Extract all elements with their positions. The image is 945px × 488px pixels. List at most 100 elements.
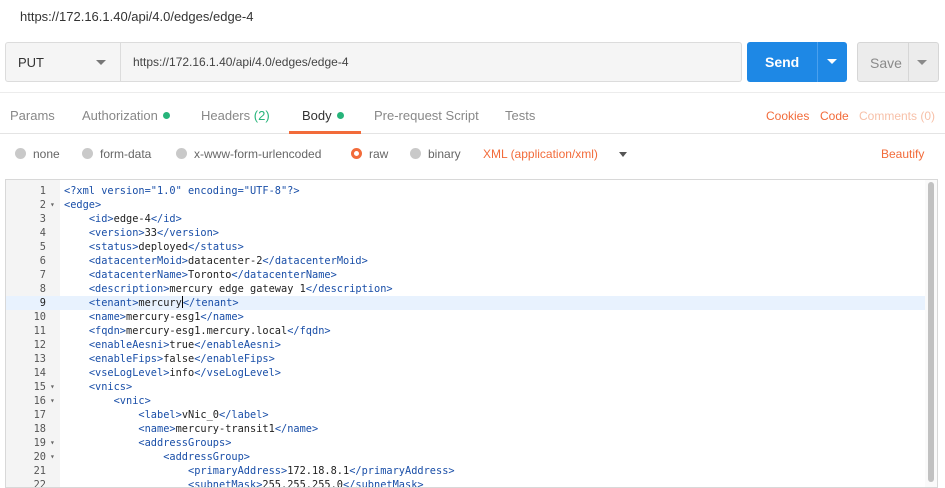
line-number: 5	[39, 241, 46, 253]
xml-close-tag: </fqdn>	[287, 325, 331, 337]
xml-value: mercury edge gateway 1	[169, 283, 306, 295]
code-line[interactable]: 13 <enableFips>false</enableFips>	[6, 352, 926, 366]
xml-open-tag: <name>	[138, 423, 176, 435]
code-line[interactable]: 8 <description>mercury edge gateway 1</d…	[6, 282, 926, 296]
window-title: https://172.16.1.40/api/4.0/edges/edge-4	[20, 9, 254, 24]
code-text: <vnic>	[64, 394, 151, 408]
line-number: 1	[39, 185, 46, 197]
xml-value: 172.18.8.1	[287, 465, 350, 477]
radio-raw[interactable]: raw	[351, 147, 388, 161]
xml-open-tag: <?xml version="1.0" encoding="UTF-8"?>	[64, 185, 300, 197]
code-line[interactable]: 17 <label>vNic_0</label>	[6, 408, 926, 422]
fold-arrow-icon[interactable]: ▾	[50, 198, 55, 212]
xml-open-tag: <label>	[138, 409, 182, 421]
xml-open-tag: <datacenterName>	[88, 269, 189, 281]
code-line[interactable]: 19 ▾ <addressGroups>	[6, 436, 926, 450]
code-text: <description>mercury edge gateway 1</des…	[64, 282, 393, 296]
method-select[interactable]: PUT	[5, 42, 121, 82]
tab-body[interactable]: Body	[302, 108, 344, 123]
fold-arrow-icon[interactable]: ▾	[50, 450, 55, 464]
code-link[interactable]: Code	[820, 109, 849, 123]
code-line[interactable]: 15 ▾ <vnics>	[6, 380, 926, 394]
code-line[interactable]: 3 <id>edge-4</id>	[6, 212, 926, 226]
cookies-link[interactable]: Cookies	[766, 109, 809, 123]
tab-headers[interactable]: Headers (2)	[201, 108, 270, 123]
xml-close-tag: </version>	[157, 227, 220, 239]
xml-open-tag: <enableAesni>	[88, 339, 170, 351]
tab-prerequest-script[interactable]: Pre-request Script	[374, 108, 479, 123]
code-line[interactable]: 2 ▾ <edge>	[6, 198, 926, 212]
url-input[interactable]: https://172.16.1.40/api/4.0/edges/edge-4	[121, 42, 742, 82]
xml-close-tag: </tenant>	[182, 297, 239, 309]
comments-link[interactable]: Comments (0)	[859, 109, 935, 123]
code-text: <fqdn>mercury-esg1.mercury.local</fqdn>	[64, 324, 331, 338]
send-options-chevron-icon[interactable]	[827, 59, 837, 64]
send-button[interactable]: Send	[747, 42, 847, 82]
send-divider	[817, 42, 818, 82]
code-line[interactable]: 11 <fqdn>mercury-esg1.mercury.local</fqd…	[6, 324, 926, 338]
radio-form-data[interactable]: form-data	[82, 147, 151, 161]
xml-open-tag: <subnetMask>	[188, 479, 263, 488]
fold-arrow-icon[interactable]: ▾	[50, 380, 55, 394]
code-line[interactable]: 14 <vseLogLevel>info</vseLogLevel>	[6, 366, 926, 380]
radio-none-label: none	[33, 147, 60, 161]
code-text: <enableFips>false</enableFips>	[64, 352, 275, 366]
radio-binary[interactable]: binary	[410, 147, 461, 161]
code-line[interactable]: 5 <status>deployed</status>	[6, 240, 926, 254]
line-number: 8	[39, 283, 46, 295]
code-line[interactable]: 10 <name>mercury-esg1</name>	[6, 310, 926, 324]
code-text: <datacenterMoid>datacenter-2</datacenter…	[64, 254, 368, 268]
line-number: 6	[39, 255, 46, 267]
code-line[interactable]: 22 <subnetMask>255.255.255.0</subnetMask…	[6, 478, 926, 488]
tab-authorization-label: Authorization	[82, 108, 158, 123]
scrollbar-thumb[interactable]	[928, 182, 934, 482]
code-line[interactable]: 6 <datacenterMoid>datacenter-2</datacent…	[6, 254, 926, 268]
xml-value: mercury	[138, 297, 182, 309]
code-line[interactable]: 16 ▾ <vnic>	[6, 394, 926, 408]
xml-value: 255.255.255.0	[262, 479, 343, 488]
code-text: <tenant>mercury</tenant>	[64, 296, 239, 310]
code-line[interactable]: 21 <primaryAddress>172.18.8.1</primaryAd…	[6, 464, 926, 478]
code-line[interactable]: 1 <?xml version="1.0" encoding="UTF-8"?>	[6, 184, 926, 198]
xml-open-tag: <description>	[88, 283, 170, 295]
radio-circle-icon	[410, 148, 421, 159]
code-text: <addressGroups>	[64, 436, 231, 450]
radio-urlencoded[interactable]: x-www-form-urlencoded	[176, 147, 321, 161]
xml-open-tag: <id>	[88, 213, 114, 225]
save-options-chevron-icon[interactable]	[917, 60, 927, 65]
beautify-link[interactable]: Beautify	[881, 147, 924, 161]
scrollbar[interactable]	[925, 180, 937, 487]
code-text: <vseLogLevel>info</vseLogLevel>	[64, 366, 281, 380]
code-line[interactable]: 4 <version>33</version>	[6, 226, 926, 240]
radio-none[interactable]: none	[15, 147, 60, 161]
format-select[interactable]: XML (application/xml)	[483, 147, 627, 161]
fold-arrow-icon[interactable]: ▾	[50, 394, 55, 408]
xml-close-tag: </vseLogLevel>	[194, 367, 282, 379]
line-number: 11	[33, 325, 46, 337]
code-editor[interactable]: 1 <?xml version="1.0" encoding="UTF-8"?> 2…	[5, 179, 938, 488]
line-number: 15	[33, 381, 46, 393]
line-number: 10	[33, 311, 46, 323]
code-line[interactable]: 7 <datacenterName>Toronto</datacenterNam…	[6, 268, 926, 282]
save-label: Save	[870, 55, 902, 71]
tab-authorization[interactable]: Authorization	[82, 108, 170, 123]
xml-close-tag: </enableFips>	[194, 353, 275, 365]
code-line[interactable]: 18 <name>mercury-transit1</name>	[6, 422, 926, 436]
xml-close-tag: </enableAesni>	[194, 339, 282, 351]
status-dot-icon	[336, 112, 344, 119]
tab-tests[interactable]: Tests	[505, 108, 535, 123]
code-line[interactable]: 12 <enableAesni>true</enableAesni>	[6, 338, 926, 352]
save-button[interactable]: Save	[857, 42, 939, 82]
xml-value: 33	[144, 227, 158, 239]
radio-urlencoded-label: x-www-form-urlencoded	[194, 147, 322, 161]
code-text: <name>mercury-esg1</name>	[64, 310, 244, 324]
code-line[interactable]: 9 <tenant>mercury</tenant>	[6, 296, 926, 310]
tab-params[interactable]: Params	[10, 108, 55, 123]
xml-value: true	[169, 339, 195, 351]
xml-open-tag: <enableFips>	[88, 353, 164, 365]
code-text: <edge>	[64, 198, 101, 212]
fold-arrow-icon[interactable]: ▾	[50, 436, 55, 450]
radio-circle-icon	[15, 148, 26, 159]
code-line[interactable]: 20 ▾ <addressGroup>	[6, 450, 926, 464]
radio-selected-icon	[351, 148, 362, 159]
